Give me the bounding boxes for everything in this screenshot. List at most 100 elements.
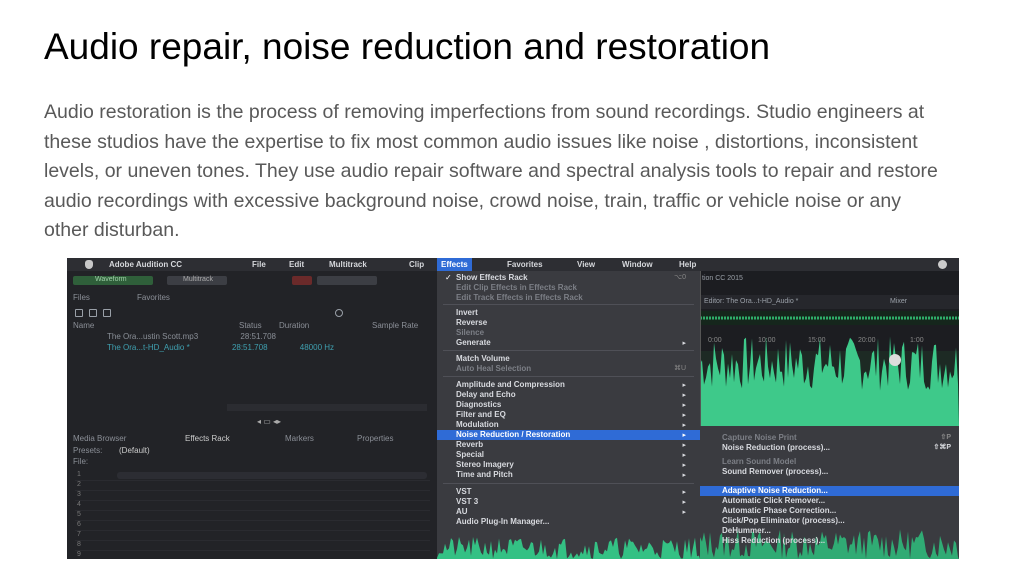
tab-effects-rack[interactable]: Effects Rack (185, 434, 230, 443)
menu-favorites[interactable]: Favorites (507, 260, 543, 269)
submenu-capture-noise-print[interactable]: Capture Noise Print (722, 433, 797, 442)
effects-menu: ✓ Show Effects Rack ⌥0 Edit Clip Effects… (437, 271, 701, 559)
column-sample-rate[interactable]: Sample Rate (372, 321, 418, 330)
rack-slot[interactable]: 2 (75, 481, 430, 491)
submenu-arrow-icon: ▸ (682, 442, 686, 449)
submenu-arrow-icon: ▸ (682, 472, 686, 479)
menu-item-auto-heal[interactable]: Auto Heal Selection (456, 364, 531, 373)
menu-item-diagnostics[interactable]: Diagnostics (456, 400, 501, 409)
menu-item-reverb[interactable]: Reverb (456, 440, 483, 449)
menu-help[interactable]: Help (679, 260, 696, 269)
menu-item-plugin-manager[interactable]: Audio Plug-In Manager... (456, 517, 549, 526)
submenu-click-pop-eliminator[interactable]: Click/Pop Eliminator (process)... (722, 516, 845, 525)
multitrack-button[interactable]: Multitrack (167, 276, 227, 285)
menu-item-noise-reduction[interactable]: Noise Reduction / Restoration (437, 430, 700, 440)
submenu-arrow-icon: ▸ (682, 340, 686, 347)
menu-item-special[interactable]: Special (456, 450, 484, 459)
submenu-arrow-icon: ▸ (682, 509, 686, 516)
submenu-adaptive-noise-reduction[interactable]: Adaptive Noise Reduction... (700, 486, 959, 496)
submenu-hiss-reduction[interactable]: Hiss Reduction (process)... (722, 536, 825, 545)
import-icon[interactable] (89, 309, 97, 317)
record-icon[interactable] (292, 276, 312, 285)
menu-window[interactable]: Window (622, 260, 653, 269)
menu-clip[interactable]: Clip (409, 260, 424, 269)
apple-icon[interactable] (85, 260, 93, 269)
menu-multitrack[interactable]: Multitrack (329, 260, 367, 269)
menu-item-invert[interactable]: Invert (456, 308, 478, 317)
tab-markers[interactable]: Markers (285, 434, 314, 443)
column-status[interactable]: Status (239, 321, 262, 330)
rack-slot[interactable]: 3 (75, 491, 430, 501)
column-name[interactable]: Name (73, 321, 94, 330)
submenu-arrow-icon: ▸ (682, 489, 686, 496)
transport-icons[interactable]: ◂ ▭ ◂▸ (257, 417, 281, 426)
submenu-dehummer[interactable]: DeHummer... (722, 526, 771, 535)
menu-item-edit-clip-effects[interactable]: Edit Clip Effects in Effects Rack (456, 283, 577, 292)
submenu-arrow-icon: ▸ (682, 432, 686, 439)
new-file-icon[interactable] (103, 309, 111, 317)
submenu-arrow-icon: ▸ (682, 452, 686, 459)
presets-select[interactable]: (Default) (119, 446, 150, 455)
submenu-arrow-icon: ▸ (682, 382, 686, 389)
menu-effects[interactable]: Effects (437, 258, 472, 271)
files-scrollbar[interactable] (227, 404, 427, 411)
search-icon[interactable] (335, 309, 343, 317)
favorites-tab[interactable]: Favorites (137, 293, 170, 302)
menu-item-delay[interactable]: Delay and Echo (456, 390, 516, 399)
menu-item-stereo-imagery[interactable]: Stereo Imagery (456, 460, 514, 469)
file-row[interactable]: The Ora...ustin Scott.mp3 28:51.708 (107, 332, 276, 341)
menu-item-silence[interactable]: Silence (456, 328, 484, 337)
rack-slot[interactable]: 9 (75, 551, 430, 559)
menu-item-amplitude[interactable]: Amplitude and Compression (456, 380, 565, 389)
menu-item-match-volume[interactable]: Match Volume (456, 354, 510, 363)
tab-properties[interactable]: Properties (357, 434, 393, 443)
file-row[interactable]: The Ora...t-HD_Audio * 28:51.708 48000 H… (107, 343, 334, 352)
menu-app-name[interactable]: Adobe Audition CC (109, 260, 182, 269)
menu-item-time-pitch[interactable]: Time and Pitch (456, 470, 513, 479)
column-duration[interactable]: Duration (279, 321, 309, 330)
menu-item-au[interactable]: AU (456, 507, 468, 516)
menu-item-filter-eq[interactable]: Filter and EQ (456, 410, 506, 419)
file-label: File: (73, 457, 89, 466)
submenu-automatic-phase-correction[interactable]: Automatic Phase Correction... (722, 506, 836, 515)
waveform-editor[interactable]: tion CC 2015 Editor: The Ora...t-HD_Audi… (700, 271, 959, 426)
submenu-arrow-icon: ▸ (682, 392, 686, 399)
submenu-arrow-icon: ▸ (682, 422, 686, 429)
rack-slot[interactable]: 7 (75, 531, 430, 541)
rack-slot[interactable]: 8 (75, 541, 430, 551)
submenu-arrow-icon: ▸ (682, 499, 686, 506)
menu-item-reverse[interactable]: Reverse (456, 318, 487, 327)
files-panel: Waveform Multitrack Files Favorites Name… (67, 271, 437, 559)
files-tab[interactable]: Files (73, 293, 90, 302)
submenu-arrow-icon: ▸ (682, 412, 686, 419)
menu-item-vst[interactable]: VST (456, 487, 472, 496)
menu-item-generate[interactable]: Generate (456, 338, 491, 347)
menu-item-edit-track-effects[interactable]: Edit Track Effects in Effects Rack (456, 293, 583, 302)
open-file-icon[interactable] (75, 309, 83, 317)
rack-slot[interactable]: 4 (75, 501, 430, 511)
menu-item-show-effects-rack[interactable]: Show Effects Rack (456, 273, 528, 282)
menu-file[interactable]: File (252, 260, 266, 269)
waveform-button[interactable]: Waveform (73, 276, 153, 285)
rack-slot[interactable]: 5 (75, 511, 430, 521)
bottom-waveform-strip (437, 537, 700, 559)
menu-view[interactable]: View (577, 260, 595, 269)
noise-reduction-submenu: Capture Noise Print ⇧P Noise Reduction (… (700, 426, 959, 559)
waveform-display[interactable] (700, 271, 959, 426)
menu-item-modulation[interactable]: Modulation (456, 420, 499, 429)
submenu-learn-sound-model[interactable]: Learn Sound Model (722, 457, 796, 466)
submenu-noise-reduction-process[interactable]: Noise Reduction (process)... (722, 443, 830, 452)
submenu-sound-remover[interactable]: Sound Remover (process)... (722, 467, 828, 476)
toolbar-tools[interactable] (317, 276, 377, 285)
rack-slot[interactable]: 6 (75, 521, 430, 531)
rack-slot[interactable]: 1 (75, 471, 430, 481)
audition-screenshot: Adobe Audition CC File Edit Multitrack C… (67, 258, 959, 559)
presets-label: Presets: (73, 446, 103, 455)
submenu-automatic-click-remover[interactable]: Automatic Click Remover... (722, 496, 825, 505)
submenu-arrow-icon: ▸ (682, 462, 686, 469)
menu-item-vst3[interactable]: VST 3 (456, 497, 478, 506)
menu-edit[interactable]: Edit (289, 260, 304, 269)
tab-media-browser[interactable]: Media Browser (73, 434, 126, 443)
slide-body: Audio restoration is the process of remo… (44, 101, 938, 241)
user-icon[interactable] (938, 260, 947, 269)
